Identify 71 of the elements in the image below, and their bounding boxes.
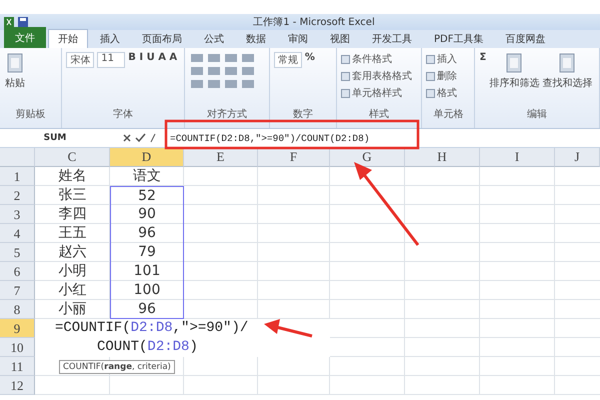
row-header[interactable]: 1 bbox=[0, 167, 35, 186]
ribbon-tab[interactable]: 视图 bbox=[320, 29, 360, 48]
ribbon-button[interactable]: 查找和选择 bbox=[542, 52, 592, 90]
ribbon-tab[interactable]: 审阅 bbox=[278, 29, 318, 48]
ribbon-tab[interactable]: 百度网盘 bbox=[495, 29, 556, 48]
ribbon-tab[interactable]: 开始 bbox=[48, 29, 88, 48]
row-header[interactable]: 12 bbox=[0, 376, 35, 395]
column-header[interactable]: C bbox=[35, 148, 110, 167]
row-header[interactable]: 10 bbox=[0, 338, 35, 357]
row-header[interactable]: 11 bbox=[0, 357, 35, 376]
ribbon-tab[interactable]: 公式 bbox=[194, 29, 234, 48]
table-cell: 79 bbox=[110, 243, 184, 262]
group-label: 样式 bbox=[368, 108, 390, 120]
group-label: 剪贴板 bbox=[14, 108, 47, 120]
table-cell-text: 赵六 bbox=[58, 243, 88, 262]
table-cell-text: 李四 bbox=[58, 205, 88, 224]
dropdown-field[interactable]: 常规 bbox=[274, 52, 302, 68]
row-header[interactable]: 4 bbox=[0, 224, 35, 243]
format-buttons[interactable]: B I U A A bbox=[128, 52, 178, 68]
column-header[interactable]: D bbox=[110, 148, 184, 167]
name-box[interactable]: SUM bbox=[0, 133, 110, 143]
row-header[interactable]: 6 bbox=[0, 262, 35, 281]
row-header[interactable]: 5 bbox=[0, 243, 35, 262]
column-header[interactable]: I bbox=[480, 148, 555, 167]
ribbon-button[interactable]: 格式 bbox=[426, 86, 470, 100]
ribbon-tab[interactable]: 页面布局 bbox=[132, 29, 192, 48]
table-cell-text: 小明 bbox=[58, 262, 88, 281]
table-cell: 96 bbox=[110, 224, 184, 243]
cell-formula[interactable]: =COUNTIF(D2:D8,">=90")/ bbox=[35, 319, 330, 338]
table-cell-text: 小红 bbox=[58, 281, 88, 300]
ribbon-tab[interactable]: 开发工具 bbox=[362, 29, 422, 48]
table-cell-text: 小丽 bbox=[58, 300, 88, 319]
row-header[interactable]: 7 bbox=[0, 281, 35, 300]
table-cell: 52 bbox=[110, 186, 184, 205]
ribbon-tab[interactable]: 文件 bbox=[4, 27, 46, 48]
table-cell: 90 bbox=[110, 205, 184, 224]
ribbon-button[interactable]: 单元格样式 bbox=[341, 86, 418, 100]
ribbon-tab[interactable]: 插入 bbox=[90, 29, 130, 48]
function-tooltip: COUNTIF(range, criteria) bbox=[59, 360, 175, 374]
ribbon-tab[interactable]: PDF工具集 bbox=[424, 29, 494, 48]
ribbon-tab[interactable]: 数据 bbox=[236, 29, 276, 48]
dropdown-field[interactable]: 11 bbox=[97, 52, 126, 68]
table-cell: 100 bbox=[110, 281, 184, 300]
group-label: 编辑 bbox=[526, 108, 548, 120]
format-buttons[interactable]: Σ bbox=[479, 52, 486, 90]
ribbon-button[interactable]: 套用表格格式 bbox=[341, 69, 418, 83]
row-header[interactable]: 8 bbox=[0, 300, 35, 319]
ribbon-button[interactable]: 粘贴 bbox=[4, 52, 26, 90]
row-header[interactable]: 9 bbox=[0, 319, 35, 338]
group-label: 数字 bbox=[292, 108, 314, 120]
dropdown-field[interactable]: 宋体 bbox=[66, 52, 94, 68]
column-header[interactable]: H bbox=[405, 148, 480, 167]
table-cell: 101 bbox=[110, 262, 184, 281]
ribbon-button[interactable]: 条件格式 bbox=[341, 52, 418, 66]
table-cell-text: 张三 bbox=[58, 186, 88, 205]
row-header[interactable]: 2 bbox=[0, 186, 35, 205]
group-label: 字体 bbox=[112, 108, 134, 120]
formula-field[interactable]: =COUNTIF(D2:D8,">=90")/COUNT(D2:D8) bbox=[165, 132, 370, 144]
table-cell-text: 王五 bbox=[58, 224, 88, 243]
window-title: 工作簿1 - Microsoft Excel bbox=[252, 16, 376, 29]
row-header[interactable]: 3 bbox=[0, 205, 35, 224]
ribbon-button[interactable]: 插入 bbox=[426, 52, 470, 66]
column-header[interactable]: J bbox=[555, 148, 600, 167]
ribbon-button[interactable]: 删除 bbox=[426, 69, 470, 83]
group-label: 单元格 bbox=[432, 108, 464, 120]
format-buttons[interactable]: % bbox=[304, 52, 315, 68]
ribbon-button[interactable]: 排序和筛选 bbox=[489, 52, 540, 90]
table-cell-text: 语文 bbox=[132, 167, 162, 186]
table-cell-text: 姓名 bbox=[58, 167, 88, 186]
cell-formula[interactable]: COUNT(D2:D8) bbox=[35, 338, 330, 357]
group-label: 对齐方式 bbox=[206, 108, 248, 120]
